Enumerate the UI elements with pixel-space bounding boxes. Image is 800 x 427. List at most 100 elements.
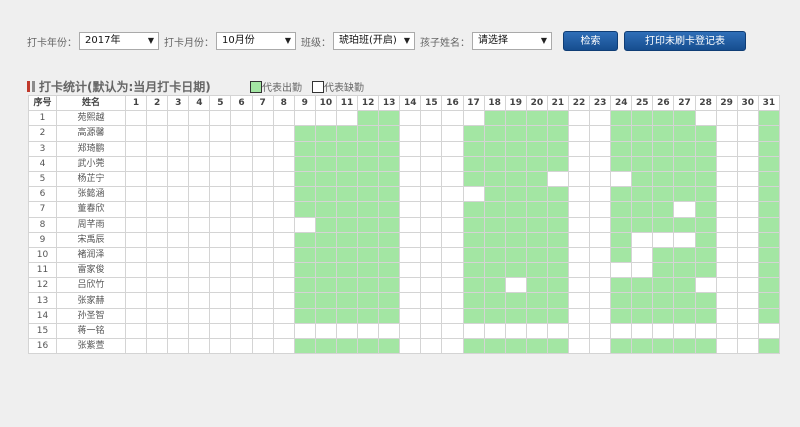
attendance-cell-absent xyxy=(251,262,274,279)
attendance-cell-present xyxy=(504,125,527,142)
header-day: 14 xyxy=(399,94,422,112)
attendance-cell-present xyxy=(694,231,717,248)
attendance-cell-absent xyxy=(715,337,738,355)
table-body: 1 苑熙越 2 高源馨 3 郑琦鹏 4 武小莞 5 杨芷宁 6 张懿涵 7 董春欣 8 周芊雨 9 宋禹辰 10 褚润… xyxy=(28,110,780,355)
attendance-cell-absent xyxy=(167,140,190,157)
attendance-cell-absent xyxy=(209,262,232,279)
attendance-cell-present xyxy=(610,277,633,294)
attendance-cell-absent xyxy=(188,322,211,340)
attendance-cell-present xyxy=(504,186,527,203)
attendance-cell-absent xyxy=(209,337,232,355)
attendance-cell-absent xyxy=(399,231,422,248)
attendance-cell-present xyxy=(335,186,359,203)
header-day: 26 xyxy=(652,94,675,112)
attendance-cell-present xyxy=(525,186,548,203)
attendance-cell-present xyxy=(483,110,506,127)
attendance-cell-absent xyxy=(293,322,316,340)
attendance-cell-absent xyxy=(399,216,422,233)
attendance-cell-present xyxy=(314,307,337,324)
attendance-cell-absent xyxy=(146,125,169,142)
attendance-cell-absent xyxy=(146,186,169,203)
header-day: 11 xyxy=(335,94,359,112)
attendance-cell-present xyxy=(757,155,780,172)
table-row: 2 高源馨 xyxy=(28,125,780,142)
attendance-cell-present xyxy=(525,262,548,279)
attendance-cell-present xyxy=(546,216,569,233)
attendance-cell-absent xyxy=(441,277,464,294)
row-index: 2 xyxy=(28,125,57,142)
attendance-cell-absent xyxy=(124,262,148,279)
attendance-cell-present xyxy=(335,125,359,142)
class-select[interactable]: 琥珀班(开启) ▼ xyxy=(333,32,415,50)
attendance-cell-absent xyxy=(209,246,232,264)
attendance-cell-absent xyxy=(188,246,211,264)
attendance-cell-absent xyxy=(167,292,190,309)
attendance-cell-absent xyxy=(399,262,422,279)
table-row: 4 武小莞 xyxy=(28,155,780,172)
search-button[interactable]: 检索 xyxy=(563,31,618,51)
header-day: 5 xyxy=(209,94,232,112)
attendance-cell-absent xyxy=(209,216,232,233)
attendance-cell-absent xyxy=(124,201,148,218)
attendance-cell-absent xyxy=(673,201,696,218)
attendance-cell-present xyxy=(504,337,527,355)
header-day: 10 xyxy=(314,94,337,112)
attendance-cell-present xyxy=(673,292,696,309)
header-day: 31 xyxy=(757,94,780,112)
header-day: 6 xyxy=(230,94,253,112)
attendance-cell-present xyxy=(462,216,485,233)
attendance-cell-present xyxy=(462,170,485,188)
attendance-cell-present xyxy=(652,155,675,172)
attendance-cell-absent xyxy=(399,246,422,264)
attendance-cell-present xyxy=(525,170,548,188)
attendance-cell-present xyxy=(757,292,780,309)
attendance-cell-absent xyxy=(251,337,274,355)
table-row: 14 孙圣智 xyxy=(28,307,780,324)
child-select[interactable]: 请选择 ▼ xyxy=(472,32,552,50)
attendance-cell-present xyxy=(525,277,548,294)
attendance-cell-present xyxy=(546,155,569,172)
year-select[interactable]: 2017年 ▼ xyxy=(79,32,159,50)
attendance-cell-present xyxy=(631,277,654,294)
attendance-cell-present xyxy=(694,170,717,188)
attendance-cell-absent xyxy=(146,262,169,279)
attendance-cell-present xyxy=(673,170,696,188)
attendance-cell-absent xyxy=(420,337,443,355)
attendance-cell-absent xyxy=(399,140,422,157)
attendance-cell-absent xyxy=(209,322,232,340)
attendance-cell-present xyxy=(293,155,316,172)
attendance-cell-absent xyxy=(230,292,253,309)
legend-absent: 代表缺勤 xyxy=(312,79,364,94)
attendance-cell-present xyxy=(694,292,717,309)
print-unswiped-button[interactable]: 打印未刷卡登记表 xyxy=(624,31,746,51)
attendance-cell-present xyxy=(314,170,337,188)
attendance-cell-present xyxy=(694,262,717,279)
attendance-cell-present xyxy=(525,337,548,355)
attendance-cell-absent xyxy=(314,110,337,127)
attendance-cell-present xyxy=(293,307,316,324)
month-select[interactable]: 10月份 ▼ xyxy=(216,32,296,50)
attendance-cell-present xyxy=(293,292,316,309)
attendance-cell-absent xyxy=(441,231,464,248)
attendance-cell-present xyxy=(357,140,380,157)
attendance-cell-present xyxy=(504,231,527,248)
attendance-cell-present xyxy=(378,292,401,309)
row-name: 吕欣竹 xyxy=(56,277,126,294)
attendance-cell-present xyxy=(335,201,359,218)
attendance-cell-present xyxy=(610,110,633,127)
attendance-cell-absent xyxy=(420,292,443,309)
attendance-cell-absent xyxy=(652,322,675,340)
attendance-cell-absent xyxy=(272,307,295,324)
attendance-cell-present xyxy=(335,246,359,264)
attendance-cell-absent xyxy=(314,322,337,340)
attendance-cell-present xyxy=(610,246,633,264)
header-index: 序号 xyxy=(28,94,57,112)
attendance-cell-present xyxy=(378,170,401,188)
attendance-cell-absent xyxy=(251,155,274,172)
attendance-cell-present xyxy=(652,307,675,324)
attendance-cell-present xyxy=(483,186,506,203)
attendance-cell-absent xyxy=(188,201,211,218)
attendance-cell-present xyxy=(694,307,717,324)
attendance-cell-present xyxy=(293,140,316,157)
attendance-cell-absent xyxy=(441,140,464,157)
